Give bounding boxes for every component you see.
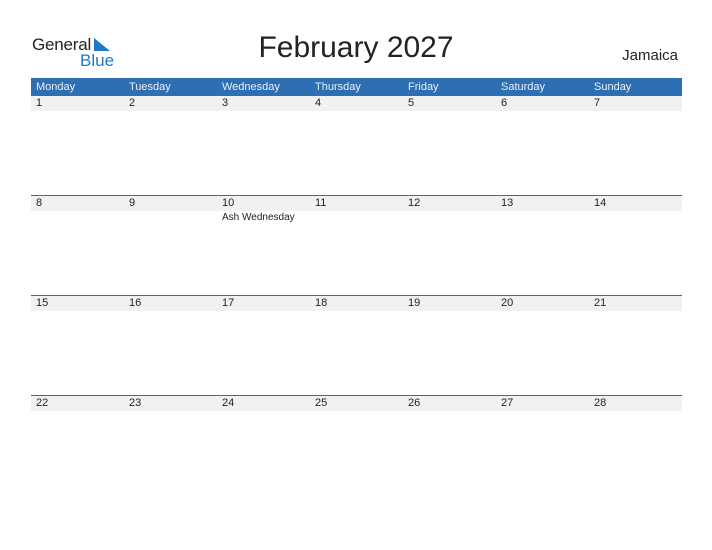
day-event <box>124 211 217 225</box>
day-number: 13 <box>501 197 514 209</box>
calendar-grid: Monday Tuesday Wednesday Thursday Friday… <box>31 78 682 495</box>
day-number: 1 <box>36 97 43 109</box>
day-number: 9 <box>129 197 136 209</box>
day-number: 11 <box>315 197 327 209</box>
day-number: 21 <box>594 297 607 309</box>
day-event <box>496 211 589 225</box>
day-number: 3 <box>222 97 229 109</box>
day-number: 5 <box>408 97 415 109</box>
event-row: Ash Wednesday <box>31 211 682 225</box>
day-number: 15 <box>36 297 49 309</box>
day-number: 18 <box>315 297 328 309</box>
weekday-tuesday: Tuesday <box>129 81 171 93</box>
calendar-week: 15 16 17 18 19 20 21 <box>31 295 682 395</box>
day-number: 26 <box>408 397 421 409</box>
day-number: 25 <box>315 397 328 409</box>
day-event <box>403 211 496 225</box>
day-number: 20 <box>501 297 514 309</box>
day-number: 24 <box>222 397 235 409</box>
weekday-wednesday: Wednesday <box>222 81 280 93</box>
calendar-title: February 2027 <box>258 31 454 64</box>
day-number: 6 <box>501 97 508 109</box>
day-number: 10 <box>222 197 235 209</box>
country-label: Jamaica <box>622 47 678 64</box>
day-number-row: 22 23 24 25 26 27 28 <box>31 396 682 411</box>
day-number: 2 <box>129 97 136 109</box>
day-event <box>310 211 403 225</box>
day-number-row: 15 16 17 18 19 20 21 <box>31 296 682 311</box>
day-number: 23 <box>129 397 142 409</box>
weekday-thursday: Thursday <box>315 81 361 93</box>
day-number-row: 1 2 3 4 5 6 7 <box>31 96 682 111</box>
day-number: 28 <box>594 397 607 409</box>
weekday-monday: Monday <box>36 81 76 93</box>
day-number: 12 <box>408 197 421 209</box>
day-number: 8 <box>36 197 43 209</box>
day-event: Ash Wednesday <box>222 212 295 223</box>
day-number: 19 <box>408 297 421 309</box>
day-number-row: 8 9 10 11 12 13 14 <box>31 196 682 211</box>
calendar-week: 1 2 3 4 5 6 7 <box>31 96 682 195</box>
weekday-saturday: Saturday <box>501 81 546 93</box>
day-number: 14 <box>594 197 607 209</box>
day-number: 7 <box>594 97 601 109</box>
day-event <box>31 211 124 225</box>
weekday-friday: Friday <box>408 81 439 93</box>
weekday-header: Monday Tuesday Wednesday Thursday Friday… <box>31 78 682 96</box>
day-number: 22 <box>36 397 49 409</box>
calendar-week: 22 23 24 25 26 27 28 <box>31 395 682 495</box>
day-number: 17 <box>222 297 235 309</box>
day-number: 4 <box>315 97 322 109</box>
calendar-week: 8 9 10 11 12 13 14 Ash Wednesday <box>31 195 682 295</box>
weekday-sunday: Sunday <box>594 81 632 93</box>
day-event <box>589 211 682 225</box>
day-number: 27 <box>501 397 514 409</box>
day-number: 16 <box>129 297 142 309</box>
